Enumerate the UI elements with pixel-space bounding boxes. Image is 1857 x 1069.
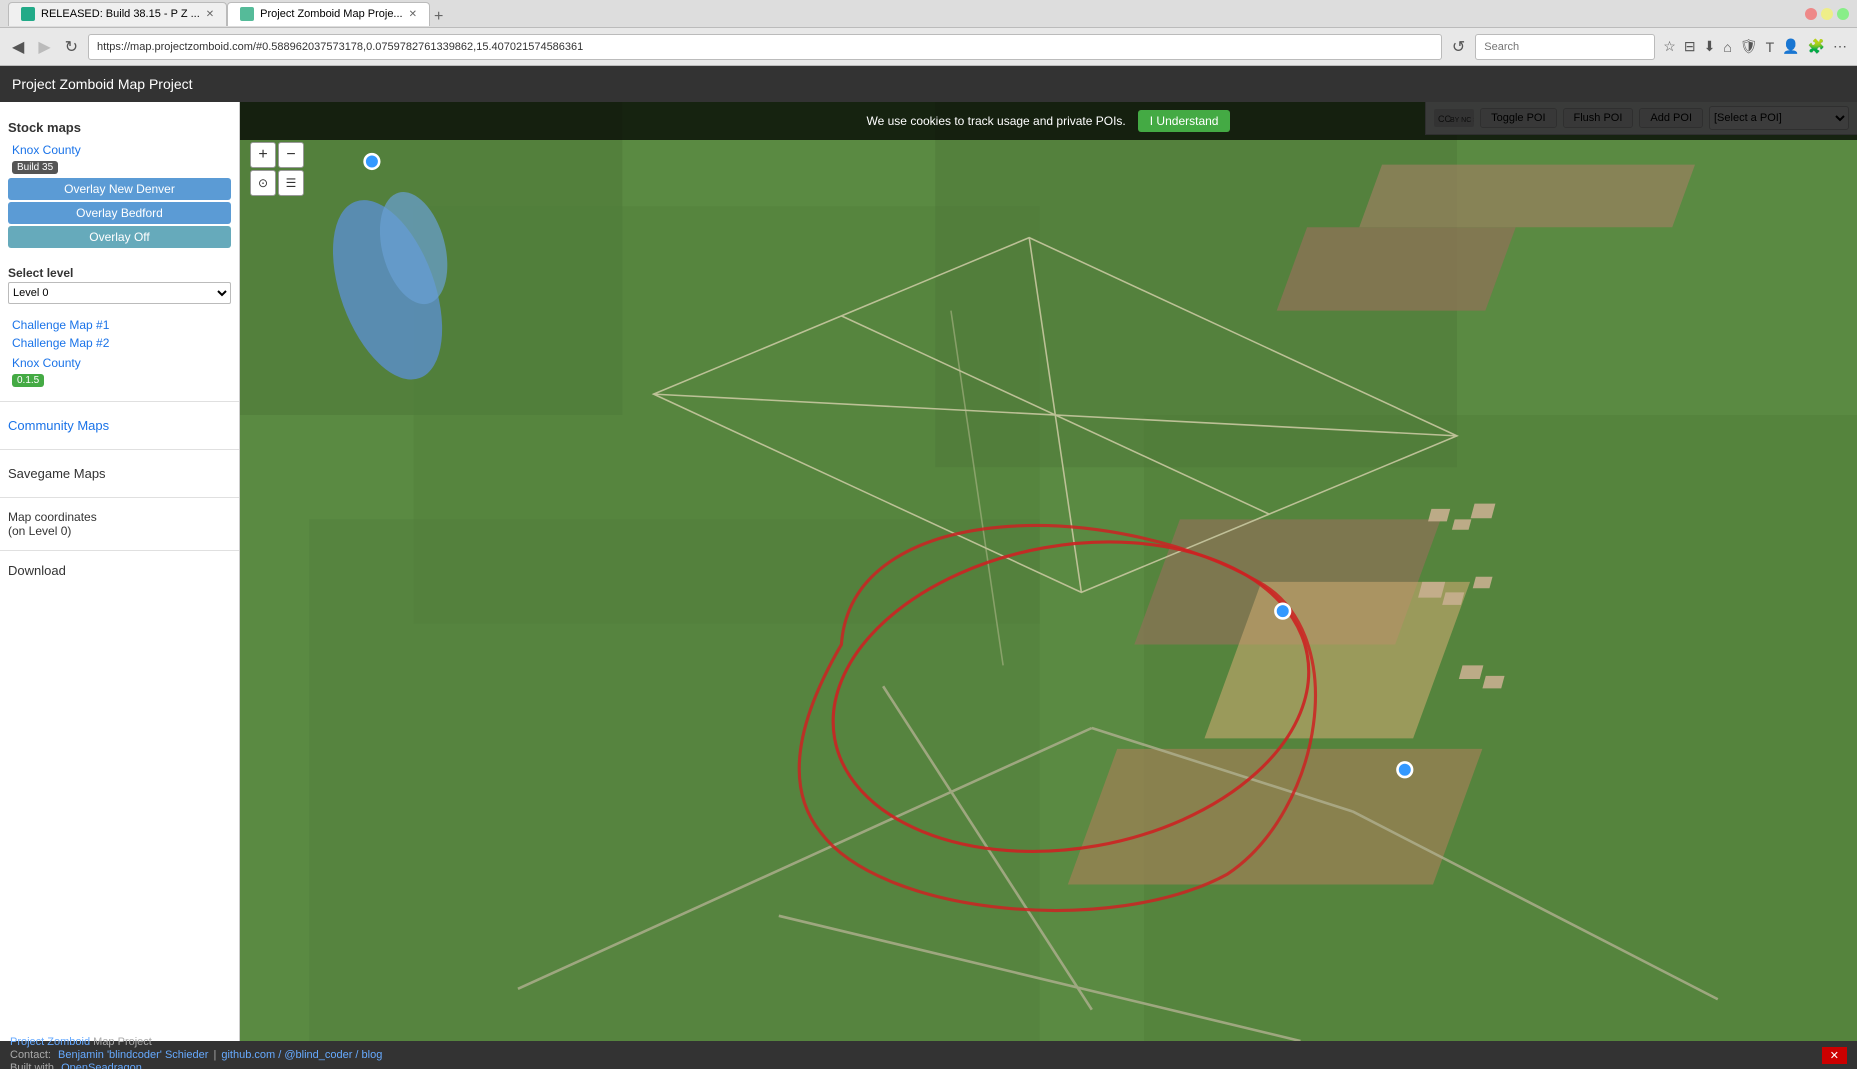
map-coordinates-sub: (on Level 0) xyxy=(8,524,231,538)
extensions-icon[interactable]: 🧩 xyxy=(1806,36,1827,57)
community-maps-section: Community Maps xyxy=(0,408,239,443)
tab-2-close[interactable]: ✕ xyxy=(409,9,417,20)
download-section: Download xyxy=(0,557,239,584)
footer-contact-line: Contact: Benjamin 'blindcoder' Schieder … xyxy=(10,1049,382,1061)
address-bar[interactable] xyxy=(88,34,1442,60)
divider-1 xyxy=(0,401,239,402)
knox-county-2-link[interactable]: Knox County xyxy=(8,354,231,372)
map-reset-button[interactable]: ⊙ xyxy=(250,170,276,196)
map-coordinates-section: Map coordinates (on Level 0) xyxy=(0,504,239,544)
footer-map-project: Map Project xyxy=(93,1036,152,1048)
map-coordinates-label: Map coordinates xyxy=(8,510,231,524)
footer-built-with-line: Built with OpenSeadragon. xyxy=(10,1062,382,1069)
download-label[interactable]: Download xyxy=(8,563,231,578)
toolbar-icons: ☆ ⊟ ⬇ ⌂ 🛡 T 👤 🧩 ⋯ xyxy=(1661,36,1849,57)
reading-mode-icon[interactable]: ⊟ xyxy=(1682,36,1698,57)
stock-maps-title: Stock maps xyxy=(8,116,231,139)
footer-contact-label: Contact: xyxy=(10,1049,51,1061)
shield-icon[interactable]: 🛡 xyxy=(1738,36,1760,57)
community-maps-title[interactable]: Community Maps xyxy=(8,414,231,437)
app-layout: Project Zomboid Map Project Stock maps K… xyxy=(0,66,1857,1069)
level-select[interactable]: Level 0 Level 1 Level 2 Level 3 xyxy=(8,282,231,304)
tab-1-label: RELEASED: Build 38.15 - P Z ... xyxy=(41,8,200,20)
divider-2 xyxy=(0,449,239,450)
cookie-accept-button[interactable]: I Understand xyxy=(1138,110,1231,132)
download-toolbar-icon[interactable]: ⬇ xyxy=(1702,36,1718,57)
footer-project-link[interactable]: Project Zomboid xyxy=(10,1036,90,1048)
tab-2-label: Project Zomboid Map Proje... xyxy=(260,8,402,20)
browser-tabs: RELEASED: Build 38.15 - P Z ... ✕ Projec… xyxy=(8,2,903,26)
tab-1-favicon xyxy=(21,7,35,21)
knox-county-row: Knox County Build 35 xyxy=(8,139,231,176)
home-icon[interactable]: ⌂ xyxy=(1721,37,1733,57)
knox-county-2-row: Knox County 0.1.5 xyxy=(8,352,231,389)
app-body: Stock maps Knox County Build 35 Overlay … xyxy=(0,102,1857,1041)
reload-button[interactable]: ↺ xyxy=(1448,35,1469,59)
knox-county-2-badge: 0.1.5 xyxy=(12,374,44,387)
search-bar[interactable] xyxy=(1475,34,1655,60)
footer-github-link[interactable]: github.com / @blind_coder / blog xyxy=(221,1049,382,1061)
select-level-label: Select level xyxy=(8,262,231,282)
refresh-button[interactable]: ↻ xyxy=(61,35,82,59)
sidebar: Stock maps Knox County Build 35 Overlay … xyxy=(0,102,240,1041)
app-header: Project Zomboid Map Project xyxy=(0,66,1857,102)
select-level-section: Select level Level 0 Level 1 Level 2 Lev… xyxy=(0,256,239,310)
overlay-new-denver-btn[interactable]: Overlay New Denver xyxy=(8,178,231,200)
browser-frame: RELEASED: Build 38.15 - P Z ... ✕ Projec… xyxy=(0,0,1857,1069)
map-controls: + − ⊙ ☰ xyxy=(250,142,304,196)
savegame-maps-section: Savegame Maps xyxy=(0,456,239,491)
zoom-controls: + − xyxy=(250,142,304,168)
map-nav-controls: ⊙ ☰ xyxy=(250,170,304,196)
map-svg xyxy=(240,102,1857,1041)
browser-tab-1[interactable]: RELEASED: Build 38.15 - P Z ... ✕ xyxy=(8,2,227,26)
back-button[interactable]: ◀ xyxy=(8,35,28,59)
bookmark-star-icon[interactable]: ☆ xyxy=(1661,36,1678,57)
zoom-in-button[interactable]: + xyxy=(250,142,276,168)
app-title: Project Zomboid Map Project xyxy=(12,76,193,92)
footer: Project Zomboid Map Project Contact: Ben… xyxy=(0,1041,1857,1069)
knox-county-badge: Build 35 xyxy=(12,161,58,174)
footer-built-with: Built with xyxy=(10,1062,54,1069)
footer-author-link[interactable]: Benjamin 'blindcoder' Schieder xyxy=(58,1049,208,1061)
stock-maps-section: Stock maps Knox County Build 35 Overlay … xyxy=(0,110,239,256)
knox-county-link[interactable]: Knox County xyxy=(8,141,231,159)
challenge-maps-section: Challenge Map #1 Challenge Map #2 Knox C… xyxy=(0,310,239,395)
divider-3 xyxy=(0,497,239,498)
challenge-map-1-link[interactable]: Challenge Map #1 xyxy=(8,316,231,334)
browser-toolbar: ◀ ▶ ↻ ↺ ☆ ⊟ ⬇ ⌂ 🛡 T 👤 🧩 ⋯ xyxy=(0,28,1857,66)
reader-icon[interactable]: T xyxy=(1764,37,1777,57)
browser-tab-2[interactable]: Project Zomboid Map Proje... ✕ xyxy=(227,2,430,26)
zoom-out-button[interactable]: − xyxy=(278,142,304,168)
tab-1-close[interactable]: ✕ xyxy=(206,9,214,20)
browser-titlebar: RELEASED: Build 38.15 - P Z ... ✕ Projec… xyxy=(0,0,1857,28)
cookie-message: We use cookies to track usage and privat… xyxy=(867,114,1126,128)
new-tab-button[interactable]: + xyxy=(434,8,443,26)
cookie-banner: We use cookies to track usage and privat… xyxy=(240,102,1857,140)
footer-close-button[interactable]: ✕ xyxy=(1822,1047,1847,1064)
overlay-bedford-btn[interactable]: Overlay Bedford xyxy=(8,202,231,224)
divider-4 xyxy=(0,550,239,551)
challenge-map-2-link[interactable]: Challenge Map #2 xyxy=(8,334,231,352)
profile-icon[interactable]: 👤 xyxy=(1780,36,1801,57)
footer-openseadragon-link[interactable]: OpenSeadragon. xyxy=(61,1062,145,1069)
forward-button[interactable]: ▶ xyxy=(34,35,54,59)
savegame-maps-title[interactable]: Savegame Maps xyxy=(8,462,231,485)
map-area[interactable]: We use cookies to track usage and privat… xyxy=(240,102,1857,1041)
overlay-off-btn[interactable]: Overlay Off xyxy=(8,226,231,248)
map-layers-button[interactable]: ☰ xyxy=(278,170,304,196)
tab-2-favicon xyxy=(240,7,254,21)
menu-icon[interactable]: ⋯ xyxy=(1831,36,1849,57)
